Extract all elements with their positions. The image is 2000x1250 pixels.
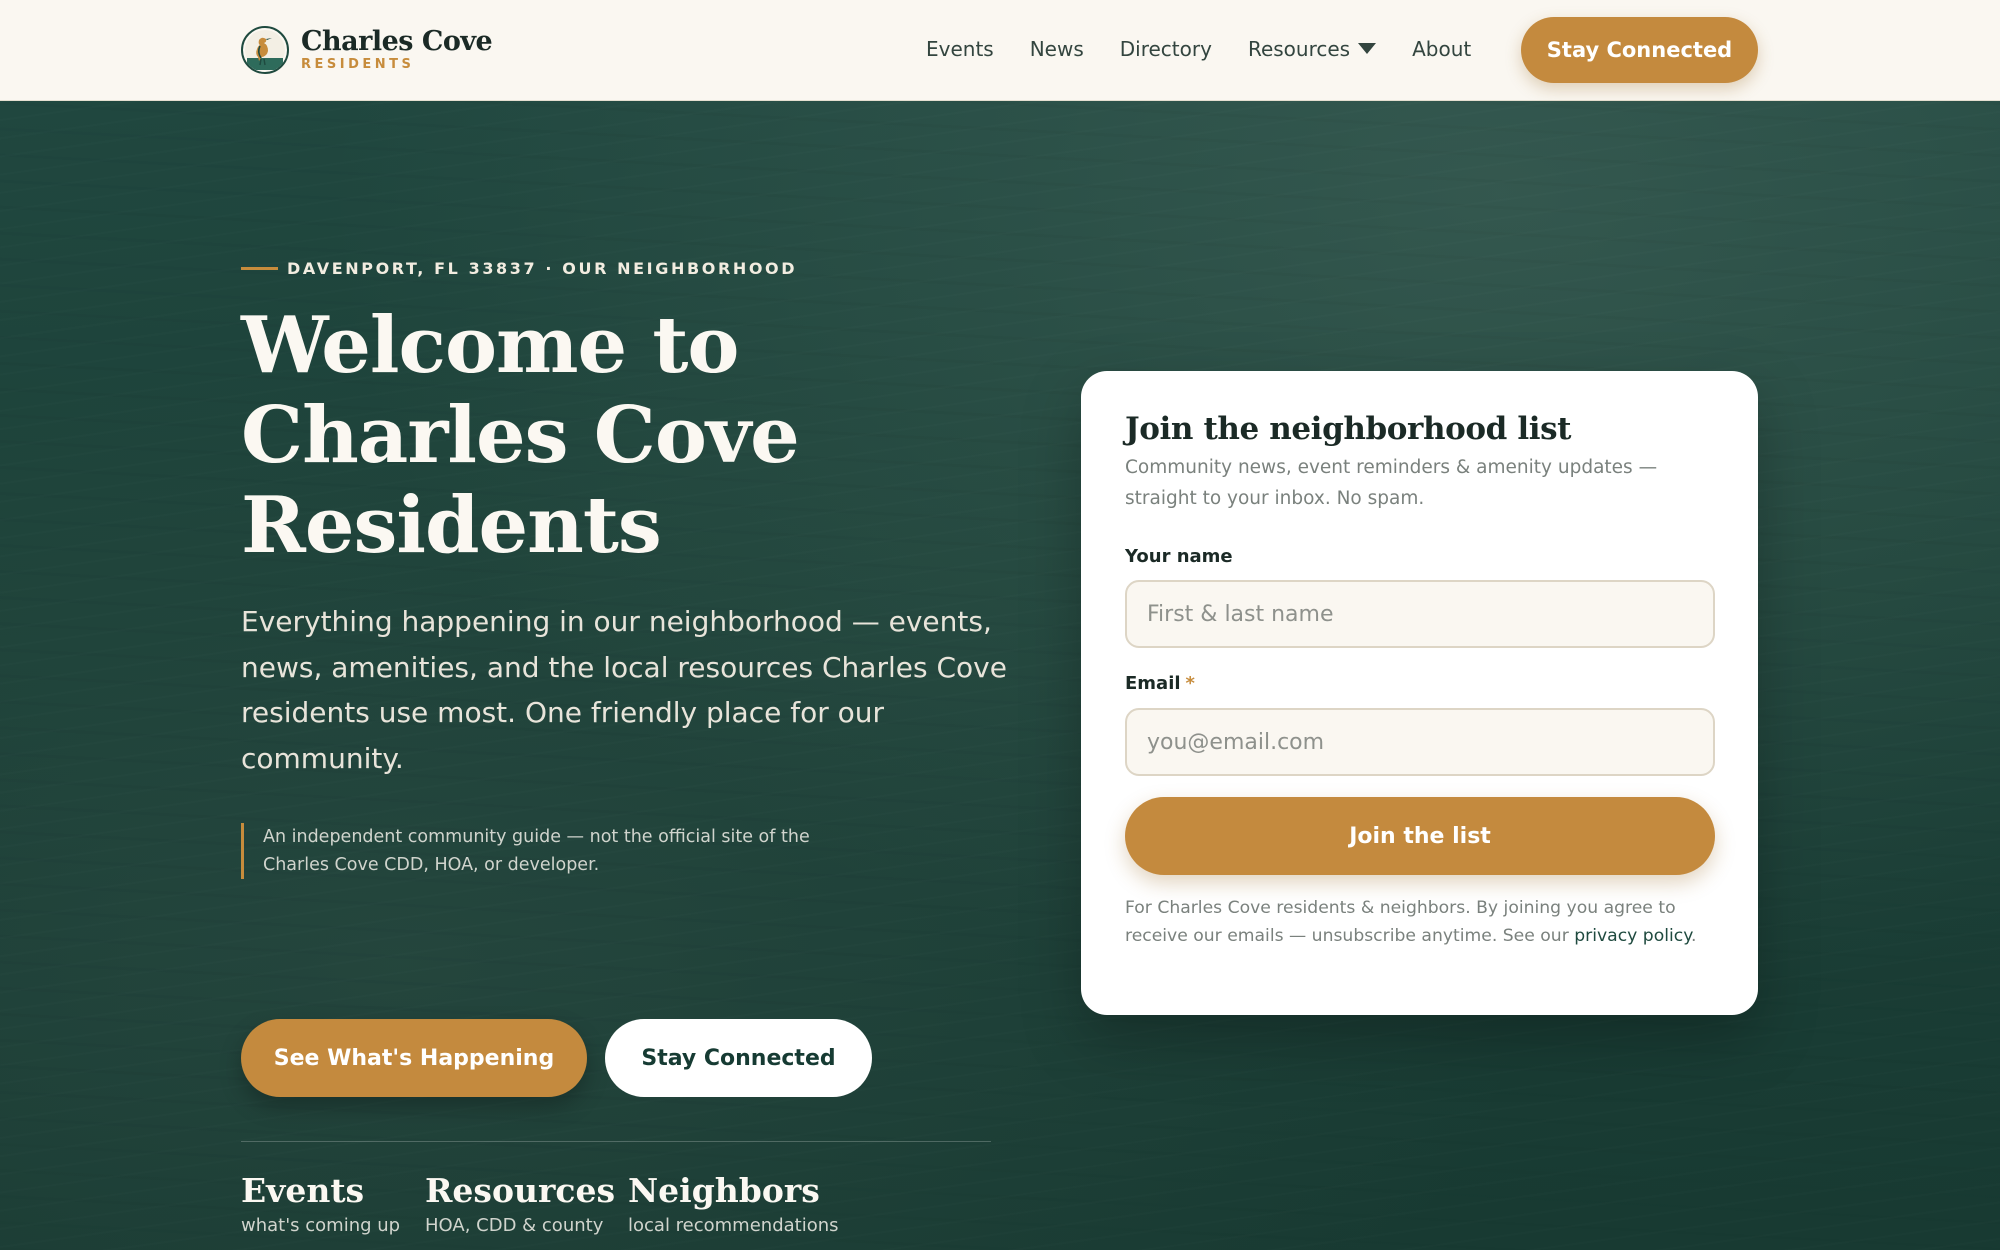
hero-divider [241, 1141, 991, 1142]
brand-name: Charles Cove [301, 26, 493, 57]
hero-eyebrow: DAVENPORT, FL 33837 · OUR NEIGHBORHOOD [241, 259, 797, 278]
hero-title-line-3: Residents [241, 480, 662, 571]
stat-events[interactable]: Events what's coming up [241, 1169, 400, 1239]
stat-subtitle: HOA, CDD & county [425, 1215, 604, 1236]
signup-description: Community news, event reminders & amenit… [1125, 457, 1658, 509]
nav-link-events[interactable]: Events [926, 37, 994, 61]
nav-link-news[interactable]: News [1030, 37, 1084, 61]
email-input[interactable] [1125, 708, 1715, 776]
signup-title: Join the neighborhood list [1125, 411, 1572, 447]
hero-description: Everything happening in our neighborhood… [241, 605, 1007, 775]
stat-neighbors[interactable]: Neighbors local recommendations [628, 1169, 839, 1239]
privacy-policy-link[interactable]: privacy policy [1574, 926, 1691, 946]
nav-link-directory[interactable]: Directory [1120, 37, 1212, 61]
see-whats-happening-button[interactable]: See What's Happening [241, 1019, 587, 1097]
hero-title-line-2: Charles Cove [241, 390, 800, 481]
name-input[interactable] [1125, 580, 1715, 648]
site-header: Charles Cove RESIDENTS Events News Direc… [0, 0, 2000, 101]
eyebrow-accent-line [241, 267, 278, 270]
stat-subtitle: local recommendations [628, 1215, 839, 1236]
stat-subtitle: what's coming up [241, 1215, 401, 1236]
nav-link-resources-label: Resources [1247, 36, 1351, 61]
stat-resources[interactable]: Resources HOA, CDD & county [425, 1169, 615, 1239]
eyebrow-text: DAVENPORT, FL 33837 · OUR NEIGHBORHOOD [287, 259, 798, 278]
signup-footer-note: For Charles Cove residents & neighbors. … [1125, 894, 1725, 950]
nav-link-about[interactable]: About [1412, 37, 1471, 61]
email-label-text: Email [1125, 673, 1181, 694]
brand-subtitle: RESIDENTS [301, 57, 415, 72]
name-label: Your name [1125, 546, 1233, 567]
nav-link-resources[interactable]: Resources [1247, 36, 1377, 61]
stat-title: Neighbors [628, 1171, 820, 1210]
independence-disclaimer: An independent community guide — not the… [241, 823, 831, 879]
signup-card: Join the neighborhood list Community new… [1081, 371, 1758, 1015]
stat-title: Resources [425, 1171, 616, 1210]
brand-logo-link[interactable]: Charles Cove RESIDENTS [241, 24, 493, 76]
email-label: Email * [1125, 673, 1195, 694]
signup-footer-end: . [1690, 926, 1697, 946]
heron-bird-logo-icon [241, 26, 289, 74]
hero-stay-connected-button[interactable]: Stay Connected [605, 1019, 872, 1097]
hero-title-line-1: Welcome to [241, 300, 739, 391]
join-list-button[interactable]: Join the list [1125, 797, 1715, 875]
caret-down-icon [1358, 43, 1377, 54]
nav-stay-connected-button[interactable]: Stay Connected [1521, 17, 1758, 83]
hero-title: Welcome to Charles Cove Residents [241, 301, 1041, 571]
stat-title: Events [241, 1171, 365, 1210]
main-nav: Events News Directory Resources About [926, 0, 1507, 97]
required-marker: * [1185, 673, 1195, 694]
